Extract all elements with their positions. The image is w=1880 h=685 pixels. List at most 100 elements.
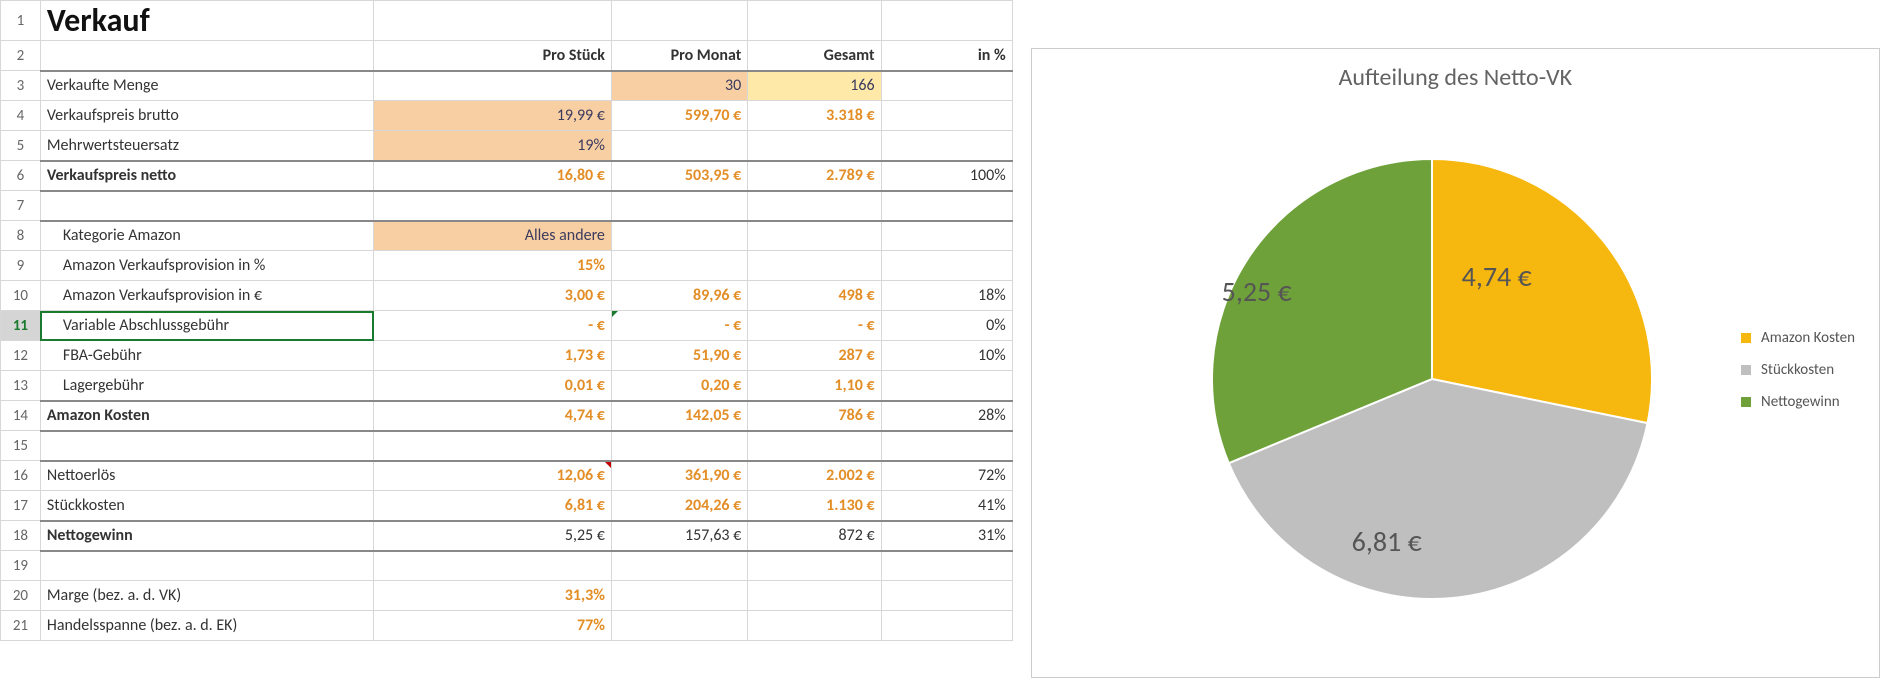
cell[interactable]: 12,06 € bbox=[374, 461, 612, 491]
row-header[interactable]: 8 bbox=[1, 221, 41, 251]
cell[interactable]: 51,90 € bbox=[611, 341, 747, 371]
label-amazon-kosten[interactable]: Amazon Kosten bbox=[40, 401, 373, 431]
row-16[interactable]: 16 Nettoerlös 12,06 € 361,90 € 2.002 € 7… bbox=[1, 461, 1013, 491]
label-fba-gebuehr[interactable]: FBA-Gebühr bbox=[40, 341, 373, 371]
label-nettoerloes[interactable]: Nettoerlös bbox=[40, 461, 373, 491]
row-8[interactable]: 8 Kategorie Amazon Alles andere bbox=[1, 221, 1013, 251]
col-header-gesamt[interactable]: Gesamt bbox=[748, 41, 881, 71]
cell[interactable]: 28% bbox=[881, 401, 1012, 431]
row-15[interactable]: 15 bbox=[1, 431, 1013, 461]
cell[interactable]: 786 € bbox=[748, 401, 881, 431]
row-1[interactable]: 1 Verkauf bbox=[1, 1, 1013, 41]
cell[interactable]: - € bbox=[611, 311, 747, 341]
cell[interactable]: 1,73 € bbox=[374, 341, 612, 371]
cell[interactable]: 2.002 € bbox=[748, 461, 881, 491]
cell[interactable]: 503,95 € bbox=[611, 161, 747, 191]
row-7[interactable]: 7 bbox=[1, 191, 1013, 221]
row-header[interactable]: 16 bbox=[1, 461, 41, 491]
row-2[interactable]: 2 Pro Stück Pro Monat Gesamt in % bbox=[1, 41, 1013, 71]
cell[interactable]: 0% bbox=[881, 311, 1012, 341]
row-12[interactable]: 12 FBA-Gebühr 1,73 € 51,90 € 287 € 10% bbox=[1, 341, 1013, 371]
row-header[interactable]: 4 bbox=[1, 101, 41, 131]
row-3[interactable]: 3 Verkaufte Menge 30 166 bbox=[1, 71, 1013, 101]
row-5[interactable]: 5 Mehrwertsteuersatz 19% bbox=[1, 131, 1013, 161]
row-header[interactable]: 9 bbox=[1, 251, 41, 281]
cell[interactable]: 19,99 € bbox=[374, 101, 612, 131]
label-verkaufspreis-brutto[interactable]: Verkaufspreis brutto bbox=[40, 101, 373, 131]
cell[interactable]: 16,80 € bbox=[374, 161, 612, 191]
label-variable-abschlussgebuehr[interactable]: Variable Abschlussgebühr bbox=[40, 311, 373, 341]
cell[interactable]: 361,90 € bbox=[611, 461, 747, 491]
label-marge[interactable]: Marge (bez. a. d. VK) bbox=[40, 581, 373, 611]
row-4[interactable]: 4 Verkaufspreis brutto 19,99 € 599,70 € … bbox=[1, 101, 1013, 131]
row-header[interactable]: 6 bbox=[1, 161, 41, 191]
cell[interactable]: 1.130 € bbox=[748, 491, 881, 521]
cell[interactable]: 287 € bbox=[748, 341, 881, 371]
cell[interactable]: 204,26 € bbox=[611, 491, 747, 521]
col-header-pro-monat[interactable]: Pro Monat bbox=[611, 41, 747, 71]
cell[interactable]: 872 € bbox=[748, 521, 881, 551]
cell[interactable]: Alles andere bbox=[374, 221, 612, 251]
row-header[interactable]: 13 bbox=[1, 371, 41, 401]
row-header[interactable]: 17 bbox=[1, 491, 41, 521]
cell[interactable]: 100% bbox=[881, 161, 1012, 191]
cell[interactable]: 72% bbox=[881, 461, 1012, 491]
cell[interactable]: 10% bbox=[881, 341, 1012, 371]
col-header-pro-stueck[interactable]: Pro Stück bbox=[374, 41, 612, 71]
cell[interactable]: 4,74 € bbox=[374, 401, 612, 431]
label-kategorie-amazon[interactable]: Kategorie Amazon bbox=[40, 221, 373, 251]
row-header[interactable]: 20 bbox=[1, 581, 41, 611]
row-14[interactable]: 14 Amazon Kosten 4,74 € 142,05 € 786 € 2… bbox=[1, 401, 1013, 431]
label-lagergebuehr[interactable]: Lagergebühr bbox=[40, 371, 373, 401]
cell[interactable]: 0,20 € bbox=[611, 371, 747, 401]
cell[interactable]: 599,70 € bbox=[611, 101, 747, 131]
row-header[interactable]: 19 bbox=[1, 551, 41, 581]
cell[interactable]: 31,3% bbox=[374, 581, 612, 611]
cell[interactable]: 18% bbox=[881, 281, 1012, 311]
row-17[interactable]: 17 Stückkosten 6,81 € 204,26 € 1.130 € 4… bbox=[1, 491, 1013, 521]
row-10[interactable]: 10 Amazon Verkaufsprovision in € 3,00 € … bbox=[1, 281, 1013, 311]
cell[interactable]: 5,25 € bbox=[374, 521, 612, 551]
cell[interactable]: - € bbox=[748, 311, 881, 341]
cell[interactable]: 31% bbox=[881, 521, 1012, 551]
row-header[interactable]: 12 bbox=[1, 341, 41, 371]
label-mwst[interactable]: Mehrwertsteuersatz bbox=[40, 131, 373, 161]
row-header[interactable]: 7 bbox=[1, 191, 41, 221]
label-verkaufspreis-netto[interactable]: Verkaufspreis netto bbox=[40, 161, 373, 191]
page-title[interactable]: Verkauf bbox=[40, 1, 373, 41]
cell[interactable]: 3,00 € bbox=[374, 281, 612, 311]
row-header[interactable]: 21 bbox=[1, 611, 41, 641]
row-header[interactable]: 15 bbox=[1, 431, 41, 461]
row-header[interactable]: 5 bbox=[1, 131, 41, 161]
row-header[interactable]: 1 bbox=[1, 1, 41, 41]
label-amazon-provision-pct[interactable]: Amazon Verkaufsprovision in % bbox=[40, 251, 373, 281]
row-18[interactable]: 18 Nettogewinn 5,25 € 157,63 € 872 € 31% bbox=[1, 521, 1013, 551]
row-9[interactable]: 9 Amazon Verkaufsprovision in % 15% bbox=[1, 251, 1013, 281]
cell[interactable]: 142,05 € bbox=[611, 401, 747, 431]
cell[interactable]: 15% bbox=[374, 251, 612, 281]
col-header-in-prozent[interactable]: in % bbox=[881, 41, 1012, 71]
spreadsheet-grid[interactable]: 1 Verkauf 2 Pro Stück Pro Monat Gesamt i… bbox=[0, 0, 1013, 641]
cell[interactable]: 498 € bbox=[748, 281, 881, 311]
cell[interactable]: 2.789 € bbox=[748, 161, 881, 191]
row-19[interactable]: 19 bbox=[1, 551, 1013, 581]
row-header[interactable]: 10 bbox=[1, 281, 41, 311]
cell[interactable]: 166 bbox=[748, 71, 881, 101]
cell[interactable]: 3.318 € bbox=[748, 101, 881, 131]
label-nettogewinn[interactable]: Nettogewinn bbox=[40, 521, 373, 551]
cell[interactable]: 19% bbox=[374, 131, 612, 161]
row-header[interactable]: 14 bbox=[1, 401, 41, 431]
row-6[interactable]: 6 Verkaufspreis netto 16,80 € 503,95 € 2… bbox=[1, 161, 1013, 191]
cell[interactable]: 1,10 € bbox=[748, 371, 881, 401]
row-header-selected[interactable]: 11 bbox=[1, 311, 41, 341]
cell[interactable]: 89,96 € bbox=[611, 281, 747, 311]
row-header[interactable]: 2 bbox=[1, 41, 41, 71]
cell[interactable]: 41% bbox=[881, 491, 1012, 521]
label-verkaufte-menge[interactable]: Verkaufte Menge bbox=[40, 71, 373, 101]
cell[interactable]: 30 bbox=[611, 71, 747, 101]
row-13[interactable]: 13 Lagergebühr 0,01 € 0,20 € 1,10 € bbox=[1, 371, 1013, 401]
cell[interactable]: 77% bbox=[374, 611, 612, 641]
row-header[interactable]: 18 bbox=[1, 521, 41, 551]
row-20[interactable]: 20 Marge (bez. a. d. VK) 31,3% bbox=[1, 581, 1013, 611]
row-11[interactable]: 11 Variable Abschlussgebühr - € - € - € … bbox=[1, 311, 1013, 341]
